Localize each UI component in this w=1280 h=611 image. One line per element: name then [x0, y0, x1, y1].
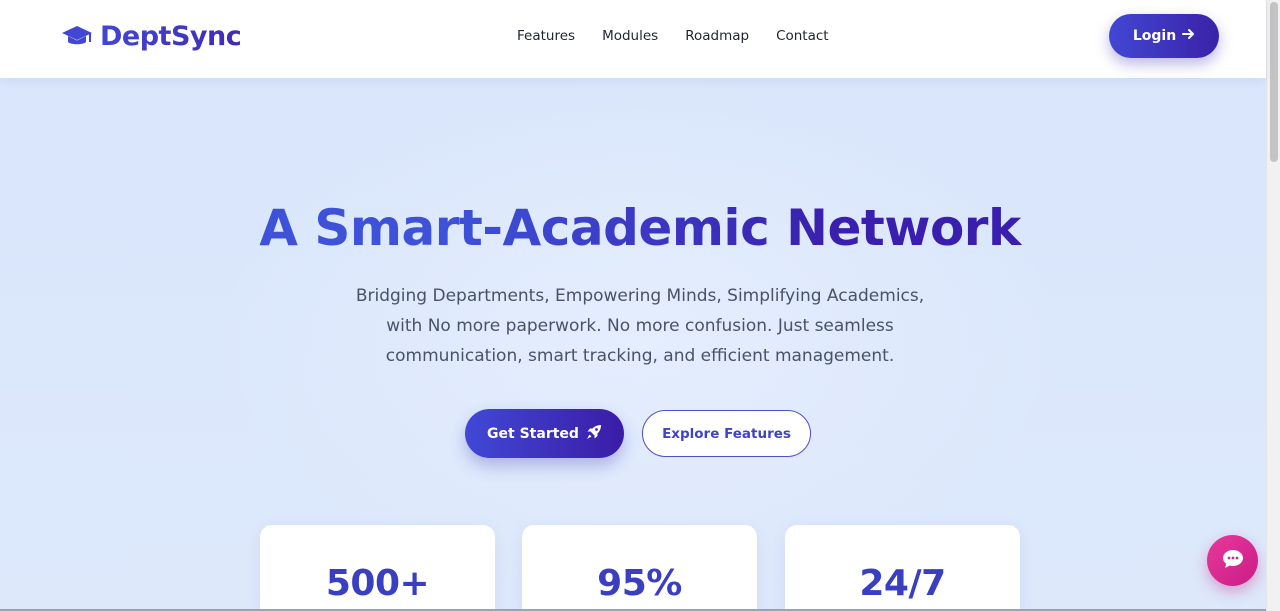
chat-button[interactable] — [1207, 535, 1258, 586]
stat-card: 500+ — [260, 525, 495, 611]
brand-name: DeptSync — [100, 20, 242, 52]
stat-value: 500+ — [325, 563, 430, 604]
vertical-scrollbar[interactable] — [1266, 0, 1280, 611]
stat-value: 24/7 — [859, 563, 946, 604]
graduation-cap-icon — [61, 24, 93, 48]
stat-value: 95% — [597, 563, 682, 604]
chat-bubble-icon — [1222, 549, 1244, 572]
arrow-right-icon — [1182, 28, 1195, 44]
scrollbar-thumb[interactable] — [1270, 2, 1278, 162]
get-started-label: Get Started — [487, 425, 579, 442]
get-started-button[interactable]: Get Started — [465, 409, 624, 458]
nav-features[interactable]: Features — [517, 26, 575, 46]
rocket-icon — [586, 424, 602, 444]
explore-features-button[interactable]: Explore Features — [642, 410, 811, 457]
hero-subtitle-line: communication, smart tracking, and effic… — [385, 346, 895, 366]
login-button[interactable]: Login — [1109, 14, 1219, 58]
nav-modules[interactable]: Modules — [602, 26, 658, 46]
nav-contact[interactable]: Contact — [776, 26, 829, 46]
nav-roadmap[interactable]: Roadmap — [685, 26, 749, 46]
brand-logo[interactable]: DeptSync — [61, 18, 242, 54]
site-header: DeptSync Features Modules Roadmap Contac… — [0, 0, 1266, 78]
stat-card: 24/7 — [785, 525, 1020, 611]
hero-subtitle-line: with No more paperwork. No more confusio… — [386, 316, 894, 336]
login-label: Login — [1132, 28, 1177, 44]
stat-card: 95% — [522, 525, 757, 611]
main-nav: Features Modules Roadmap Contact — [517, 26, 829, 46]
hero-title: A Smart-Academic Network — [0, 198, 1280, 258]
hero-subtitle-line: Bridging Departments, Empowering Minds, … — [355, 286, 925, 306]
hero-subtitle: Bridging Departments, Empowering Minds, … — [340, 281, 940, 371]
